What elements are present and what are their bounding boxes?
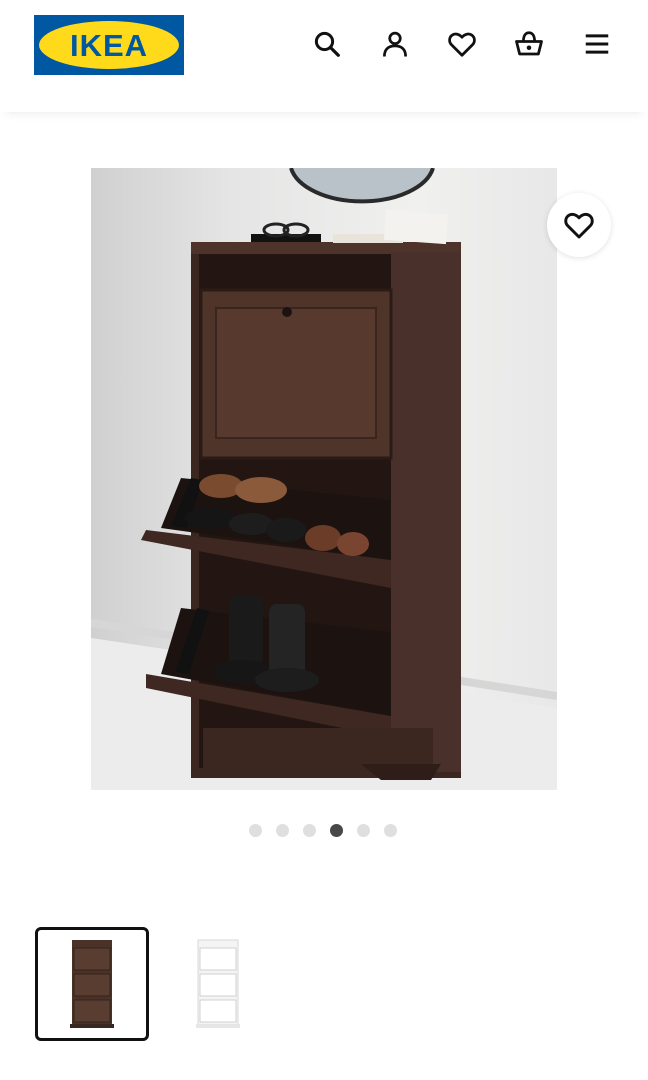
search-icon[interactable] <box>309 26 345 62</box>
carousel-dot[interactable] <box>276 824 289 837</box>
add-to-favourites-button[interactable] <box>547 193 611 257</box>
variant-thumbnail-brown[interactable] <box>35 927 149 1041</box>
carousel-dot[interactable] <box>303 824 316 837</box>
variant-thumbnail-white[interactable] <box>161 927 275 1041</box>
carousel-dot[interactable] <box>384 824 397 837</box>
account-icon[interactable] <box>377 26 413 62</box>
menu-icon[interactable] <box>579 26 615 62</box>
favourites-icon[interactable] <box>444 26 480 62</box>
carousel-dot-active[interactable] <box>330 824 343 837</box>
carousel-dot[interactable] <box>249 824 262 837</box>
ikea-logo[interactable]: IKEA <box>34 15 184 75</box>
thumbnail-image-white-cabinet <box>196 939 240 1028</box>
site-header: IKEA <box>0 0 648 112</box>
shopping-bag-icon[interactable] <box>511 26 547 62</box>
logo-wordmark: IKEA <box>70 28 148 63</box>
heart-icon <box>564 212 594 239</box>
carousel-pagination <box>249 824 397 837</box>
thumbnail-image-brown-cabinet <box>70 940 114 1028</box>
product-image-gallery[interactable] <box>91 168 557 790</box>
carousel-dot[interactable] <box>357 824 370 837</box>
product-image-shoe-cabinet <box>91 168 557 790</box>
